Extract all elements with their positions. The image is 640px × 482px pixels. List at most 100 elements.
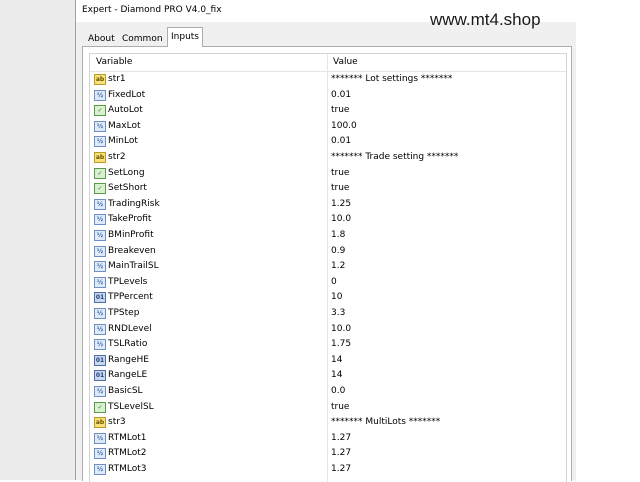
double-type-icon: ½ [94, 89, 106, 101]
table-row[interactable]: ½ RTMLot1 1.27 [90, 431, 566, 447]
column-header-variable[interactable]: Variable [96, 54, 132, 71]
variable-value[interactable]: 14 [331, 353, 342, 369]
variable-value[interactable]: 1.27 [331, 462, 351, 478]
desktop-background-left [0, 0, 75, 480]
inputs-grid: Variable Value ab str1 ******* Lot setting… [89, 53, 567, 482]
variable-value[interactable]: 10.0 [331, 322, 351, 338]
double-type-icon: ½ [94, 245, 106, 257]
integer-type-icon: 01 [94, 354, 106, 366]
variable-name: TPPercent [108, 292, 153, 303]
variable-value[interactable]: 1.27 [331, 446, 351, 462]
watermark-text: www.mt4.shop [430, 10, 541, 29]
variable-name: TSLRatio [108, 339, 148, 350]
variable-value[interactable]: 1.8 [331, 228, 345, 244]
variable-value[interactable]: ******* Trade setting ******* [331, 150, 458, 166]
table-row[interactable]: ½ RTMLot2 1.27 [90, 446, 566, 462]
variable-value[interactable]: 0.01 [331, 134, 351, 150]
variable-value[interactable]: true [331, 400, 349, 416]
bool-type-icon: ✓ [94, 167, 106, 179]
table-row[interactable]: ✓ TSLevelSL true [90, 400, 566, 416]
variable-name: str1 [108, 74, 126, 84]
table-row[interactable]: ✓ AutoLot true [90, 103, 566, 119]
table-row[interactable]: 01 RangeHE 14 [90, 353, 566, 369]
double-type-icon: ½ [94, 448, 106, 460]
variable-name: RangeHE [108, 354, 149, 365]
variable-value[interactable]: 3.3 [331, 306, 345, 322]
variable-value[interactable]: ******* MultiLots ******* [331, 415, 440, 431]
variable-value[interactable]: 1.25 [331, 197, 351, 213]
variable-value[interactable]: 1.75 [331, 337, 351, 353]
variable-value[interactable]: 0.9 [331, 244, 345, 260]
table-row[interactable]: ½ Breakeven 0.9 [90, 244, 566, 260]
variable-value[interactable]: 14 [331, 368, 342, 384]
table-row[interactable]: ab str1 ******* Lot settings ******* [90, 72, 566, 88]
double-type-icon: ½ [94, 230, 106, 241]
table-row[interactable]: ½ RTMLot3 1.27 [90, 462, 566, 478]
variable-name: SetShort [108, 183, 147, 194]
table-row[interactable]: ½ MaxLot 100.0 [90, 119, 566, 135]
variable-name: MainTrailSL [108, 261, 159, 272]
variable-value[interactable]: true [331, 181, 349, 197]
double-type-icon: ½ [94, 214, 106, 226]
table-row[interactable]: ½ BasicSL 0.0 [90, 384, 566, 400]
variable-name: str2 [108, 152, 126, 162]
variable-value[interactable]: 0 [331, 275, 337, 291]
string-type-icon: ab [94, 152, 106, 163]
variable-value[interactable]: 0.0 [331, 384, 345, 400]
variable-value[interactable]: true [331, 103, 349, 119]
bool-type-icon: ✓ [94, 105, 106, 117]
table-row[interactable]: ½ FixedLot 0.01 [90, 88, 566, 104]
double-type-icon: ½ [94, 276, 106, 288]
string-type-icon: ab [94, 417, 106, 429]
table-row[interactable]: ab str3 ******* MultiLots ******* [90, 415, 566, 431]
variable-name: TakeProfit [108, 214, 152, 225]
table-row[interactable]: ½ TPStep 3.3 [90, 306, 566, 322]
expert-properties-window: Expert - Diamond PRO V4.0_fix About Comm… [75, 0, 577, 482]
table-row[interactable]: ½ MinLot 0.01 [90, 134, 566, 150]
double-type-icon: ½ [94, 323, 106, 335]
variable-name: RNDLevel [108, 323, 152, 334]
variable-value[interactable]: 10 [331, 290, 342, 306]
variable-name: RangeLE [108, 370, 148, 381]
variable-value[interactable]: 0.01 [331, 88, 351, 104]
tab-inputs[interactable]: Inputs [167, 27, 203, 47]
double-type-icon: ½ [94, 120, 106, 132]
table-row[interactable]: ½ BMinProfit 1.8 [90, 228, 566, 244]
table-row[interactable]: ½ TSLRatio 1.75 [90, 337, 566, 353]
variable-value[interactable]: ******* Lot settings ******* [331, 72, 452, 88]
string-type-icon: ab [94, 74, 106, 85]
variable-name: MinLot [108, 136, 138, 147]
table-row[interactable]: ½ RNDLevel 10.0 [90, 322, 566, 338]
variable-value[interactable]: 10.0 [331, 212, 351, 228]
table-row[interactable]: ✓ SetShort true [90, 181, 566, 197]
double-type-icon: ½ [94, 308, 106, 319]
variable-value[interactable]: 1.27 [331, 431, 351, 447]
bool-type-icon: ✓ [94, 401, 106, 413]
variable-value[interactable]: 100.0 [331, 119, 357, 135]
bool-type-icon: ✓ [94, 183, 106, 195]
table-row[interactable]: ✓ SetLong true [90, 166, 566, 182]
table-row[interactable]: 01 TPPercent 10 [90, 290, 566, 306]
grid-header: Variable Value [90, 54, 566, 72]
table-row[interactable]: ½ TakeProfit 10.0 [90, 212, 566, 228]
integer-type-icon: 01 [94, 292, 106, 304]
table-row[interactable]: ½ MainTrailSL 1.2 [90, 259, 566, 275]
variable-name: SetLong [108, 167, 145, 178]
table-row[interactable]: ab str2 ******* Trade setting ******* [90, 150, 566, 166]
inputs-panel: Variable Value ab str1 ******* Lot setting… [82, 46, 572, 482]
variable-name: MaxLot [108, 120, 141, 131]
double-type-icon: ½ [94, 261, 106, 273]
variable-name: Breakeven [108, 245, 156, 256]
double-type-icon: ½ [94, 198, 106, 210]
variable-name: AutoLot [108, 105, 143, 116]
table-row[interactable]: ½ TPLevels 0 [90, 275, 566, 291]
column-header-value[interactable]: Value [333, 54, 358, 71]
table-row[interactable]: ½ TradingRisk 1.25 [90, 197, 566, 213]
double-type-icon: ½ [94, 136, 106, 148]
variable-value[interactable]: 1.2 [331, 259, 345, 275]
integer-type-icon: 01 [94, 370, 106, 382]
variable-value[interactable]: true [331, 166, 349, 182]
table-row[interactable]: 01 RangeLE 14 [90, 368, 566, 384]
variable-name: FixedLot [108, 89, 146, 100]
variable-name: BMinProfit [108, 230, 154, 240]
